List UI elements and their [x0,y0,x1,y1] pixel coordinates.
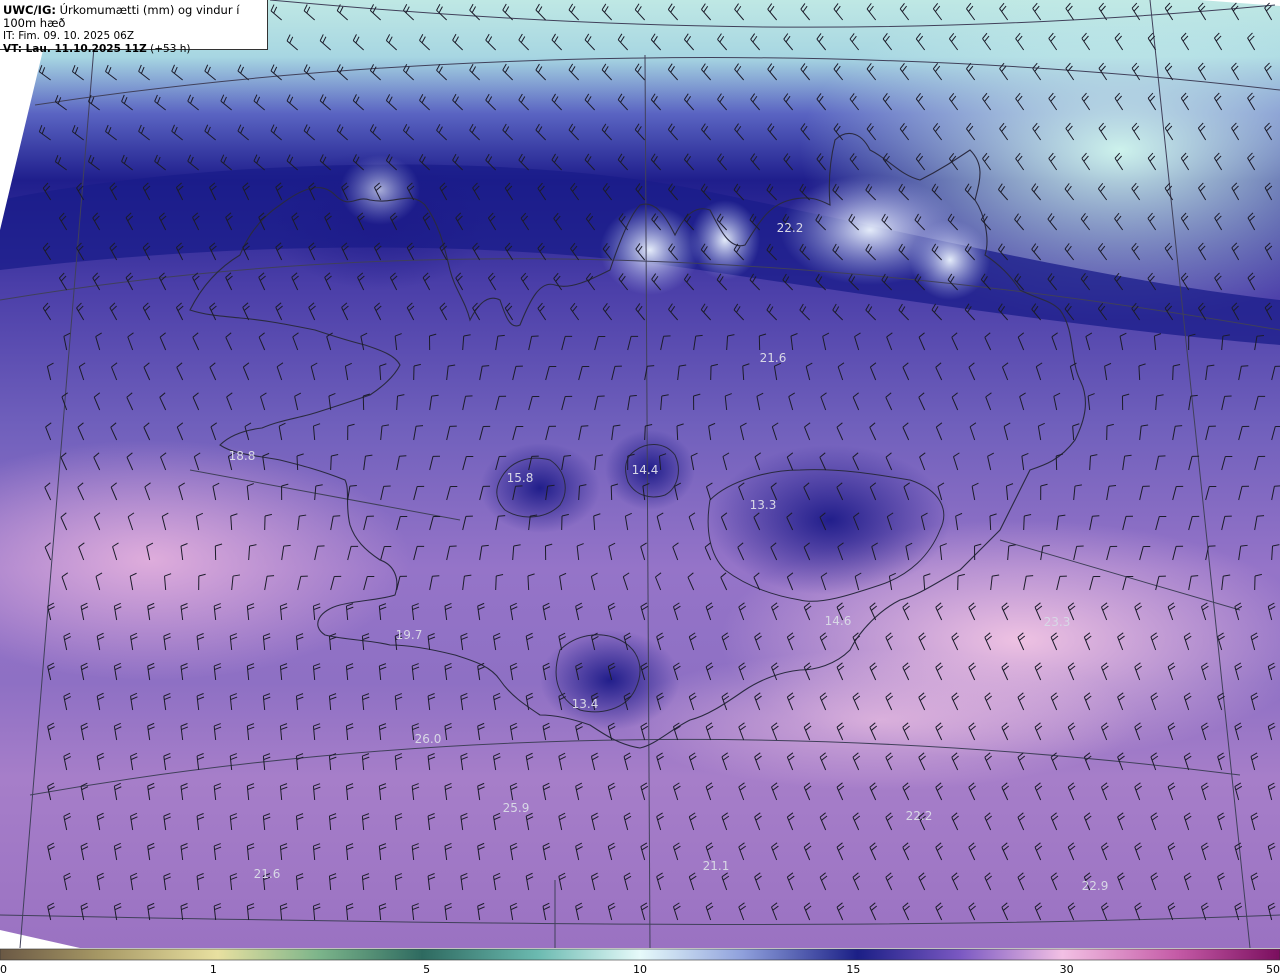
value-label: 22.2 [905,809,933,823]
value-label: 22.9 [1081,879,1109,893]
colorbar-tick: 0 [0,963,7,976]
valid-time: VT: Lau. 11.10.2025 11Z [3,43,147,55]
map-title-box: UWC/IG: Úrkomumætti (mm) og vindur í 100… [0,0,268,55]
issue-time: IT: Fim. 09. 10. 2025 06Z [3,30,135,42]
value-label: 23.3 [1043,615,1071,629]
value-label: 21.6 [253,867,281,881]
colorbar-tick: 30 [1059,963,1074,976]
value-label: 19.7 [395,628,423,642]
colorbar-tick: 5 [423,963,431,976]
value-label: 25.9 [502,801,530,815]
title-line: UWC/IG: Úrkomumætti (mm) og vindur í 100… [3,4,267,30]
value-label: 22.2 [776,221,804,235]
white-blob-2 [690,200,760,280]
value-label: 13.3 [749,498,777,512]
value-label: 26.0 [414,732,442,746]
colorbar-gradient [0,948,1280,961]
colorbar-tick: 1 [209,963,217,976]
colorbar-tick: 50 [1266,963,1280,976]
product-code: UWC/IG: [3,3,56,17]
value-label: 15.8 [506,471,534,485]
value-label: 18.8 [228,449,256,463]
value-label: 21.6 [759,351,787,365]
pink-region-south [620,650,1140,790]
value-label: 21.1 [702,859,730,873]
valid-time-line: VT: Lau. 11.10.2025 11Z (+53 h) [3,43,267,56]
colorbar: 0 1 5 10 15 30 50 [0,948,1280,978]
value-label: 14.6 [824,614,852,628]
dark-blob-vatnajokull [710,445,950,595]
white-blob-4 [910,220,990,300]
precipitable-water-map: 18.8 15.8 14.4 13.3 21.6 22.2 14.6 19.7 13.4 26.0… [0,0,1280,948]
value-label: 13.4 [571,697,599,711]
colorbar-tick: 10 [633,963,647,976]
colorbar-tick: 15 [846,963,861,976]
value-label: 14.4 [631,463,659,477]
lead-time: (+53 h) [150,43,191,55]
